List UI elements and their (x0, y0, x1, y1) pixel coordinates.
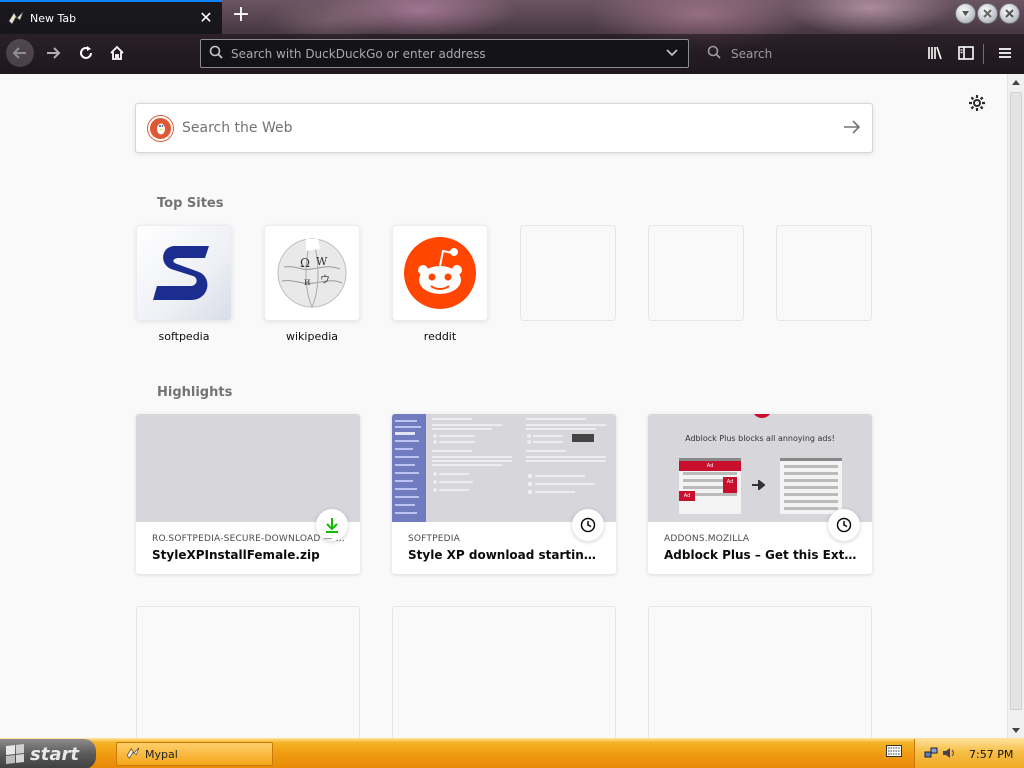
top-site-label (776, 330, 872, 344)
back-button[interactable] (6, 39, 34, 67)
address-input[interactable]: Search with DuckDuckGo or enter address (231, 47, 662, 61)
taskbar-item-label: Mypal (145, 747, 178, 761)
gear-icon[interactable] (967, 94, 987, 114)
start-button[interactable]: start (0, 739, 96, 768)
ad-banner: Ad (679, 491, 695, 501)
scroll-down-arrow-icon[interactable] (1008, 722, 1024, 738)
close-window-button[interactable] (999, 3, 1020, 24)
highlight-card[interactable]: RO.SOFTPEDIA-SECURE-DOWNLOAD — ... Style… (136, 414, 360, 574)
tab-title: New Tab (30, 11, 77, 25)
new-tab-button[interactable]: + (229, 4, 253, 28)
page-with-ads-illustration: Ad Ad Ad (679, 458, 741, 514)
search-input[interactable]: Search (731, 47, 772, 61)
adblock-logo-shape (752, 414, 772, 418)
tab-new-tab[interactable]: New Tab ✕ (0, 0, 222, 34)
window-controls (955, 3, 1020, 24)
new-tab-page: Search the Web Top Sites softpedia Ω W и… (0, 74, 1007, 738)
highlight-title: StyleXPInstallFemale.zip (152, 548, 320, 562)
top-site-wikipedia[interactable]: Ω W и ウ wikipedia (264, 225, 360, 344)
reddit-logo-icon[interactable] (392, 225, 488, 321)
adblock-screenshot-thumbnail: Adblock Plus blocks all annoying ads! Ad… (648, 414, 872, 522)
tab-close-icon[interactable]: ✕ (198, 10, 214, 26)
top-site-label (520, 330, 616, 344)
volume-icon[interactable] (941, 746, 957, 763)
web-search-input[interactable]: Search the Web (182, 120, 832, 136)
empty-tile[interactable] (648, 225, 744, 321)
search-icon (209, 45, 225, 62)
top-site-label (648, 330, 744, 344)
search-bar[interactable]: Search (697, 39, 907, 68)
svg-text:Ω: Ω (300, 256, 310, 270)
softpedia-logo-icon[interactable] (136, 225, 232, 321)
top-site-empty-slot[interactable] (520, 225, 616, 344)
top-site-label: softpedia (158, 330, 210, 343)
ad-banner: Ad (723, 477, 737, 493)
top-sites-heading: Top Sites (157, 196, 224, 211)
search-icon (707, 45, 723, 62)
maximize-button[interactable] (977, 3, 998, 24)
highlight-card[interactable]: SOFTPEDIA Style XP download starting... (392, 414, 616, 574)
top-site-reddit[interactable]: reddit (392, 225, 488, 344)
scroll-up-arrow-icon[interactable] (1008, 74, 1024, 90)
windows-flag-icon (6, 744, 24, 764)
minimize-button[interactable] (955, 3, 976, 24)
browser-chrome: New Tab ✕ + Search with DuckDuckGo or en… (0, 0, 1024, 74)
highlight-title: Adblock Plus – Get this Extensio... (664, 548, 860, 562)
taskbar-clock: 7:57 PM (969, 747, 1014, 761)
address-bar[interactable]: Search with DuckDuckGo or enter address (200, 39, 689, 68)
sidebar-toggle-button[interactable] (952, 39, 980, 67)
highlight-host: SOFTPEDIA (408, 534, 460, 544)
top-site-label: reddit (423, 330, 457, 343)
highlight-host: ADDONS.MOZILLA (664, 534, 750, 544)
svg-text:W: W (316, 255, 328, 268)
library-button[interactable] (921, 39, 949, 67)
web-search-box[interactable]: Search the Web (135, 103, 873, 153)
search-go-arrow-icon[interactable] (832, 118, 872, 139)
svg-text:ウ: ウ (320, 274, 330, 286)
mypal-favicon-icon (8, 11, 24, 25)
empty-tile[interactable] (520, 225, 616, 321)
highlights-heading: Highlights (157, 385, 233, 400)
top-site-empty-slot[interactable] (776, 225, 872, 344)
hamburger-menu-button[interactable] (991, 39, 1019, 67)
reload-button[interactable] (72, 39, 100, 67)
wikipedia-logo-icon[interactable]: Ω W и ウ (264, 225, 360, 321)
home-button[interactable] (103, 39, 131, 67)
empty-tile[interactable] (776, 225, 872, 321)
highlight-host: RO.SOFTPEDIA-SECURE-DOWNLOAD — ... (152, 534, 345, 544)
top-site-empty-slot[interactable] (648, 225, 744, 344)
start-label: start (30, 743, 79, 765)
toolbar-separator (983, 44, 984, 64)
adblock-thumb-heading: Adblock Plus blocks all annoying ads! (685, 434, 835, 443)
highlight-thumbnail (136, 414, 360, 522)
taskbar-item-mypal[interactable]: Mypal (116, 742, 273, 766)
stylexp-screenshot-thumbnail (392, 414, 616, 522)
svg-text:и: и (304, 277, 311, 288)
taskbar: start Mypal 7:57 PM (0, 738, 1024, 768)
highlight-placeholder (392, 606, 616, 738)
ad-banner: Ad (679, 461, 741, 471)
highlight-card[interactable]: Adblock Plus blocks all annoying ads! Ad… (648, 414, 872, 574)
mypal-app-icon (125, 747, 141, 762)
top-site-softpedia[interactable]: softpedia (136, 225, 232, 344)
highlight-title: Style XP download starting... (408, 548, 604, 562)
highlights-grid: RO.SOFTPEDIA-SECURE-DOWNLOAD — ... Style… (136, 414, 872, 738)
system-tray: 7:57 PM (914, 739, 1024, 768)
forward-button[interactable] (39, 39, 67, 67)
clean-page-illustration (780, 458, 842, 514)
network-icon[interactable] (923, 746, 939, 763)
arrow-right-icon (751, 478, 766, 493)
scrollbar-thumb[interactable] (1010, 92, 1022, 710)
highlight-placeholder (648, 606, 872, 738)
vertical-scrollbar[interactable] (1007, 74, 1024, 738)
navigation-toolbar: Search with DuckDuckGo or enter address … (0, 34, 1024, 74)
top-site-label: wikipedia (285, 330, 338, 343)
chevron-down-icon[interactable] (662, 47, 682, 60)
highlight-placeholder (136, 606, 360, 738)
top-sites-grid: softpedia Ω W и ウ wikipedia reddit (136, 225, 872, 344)
duckduckgo-logo-icon (148, 115, 173, 141)
keyboard-layout-icon[interactable] (885, 745, 903, 761)
